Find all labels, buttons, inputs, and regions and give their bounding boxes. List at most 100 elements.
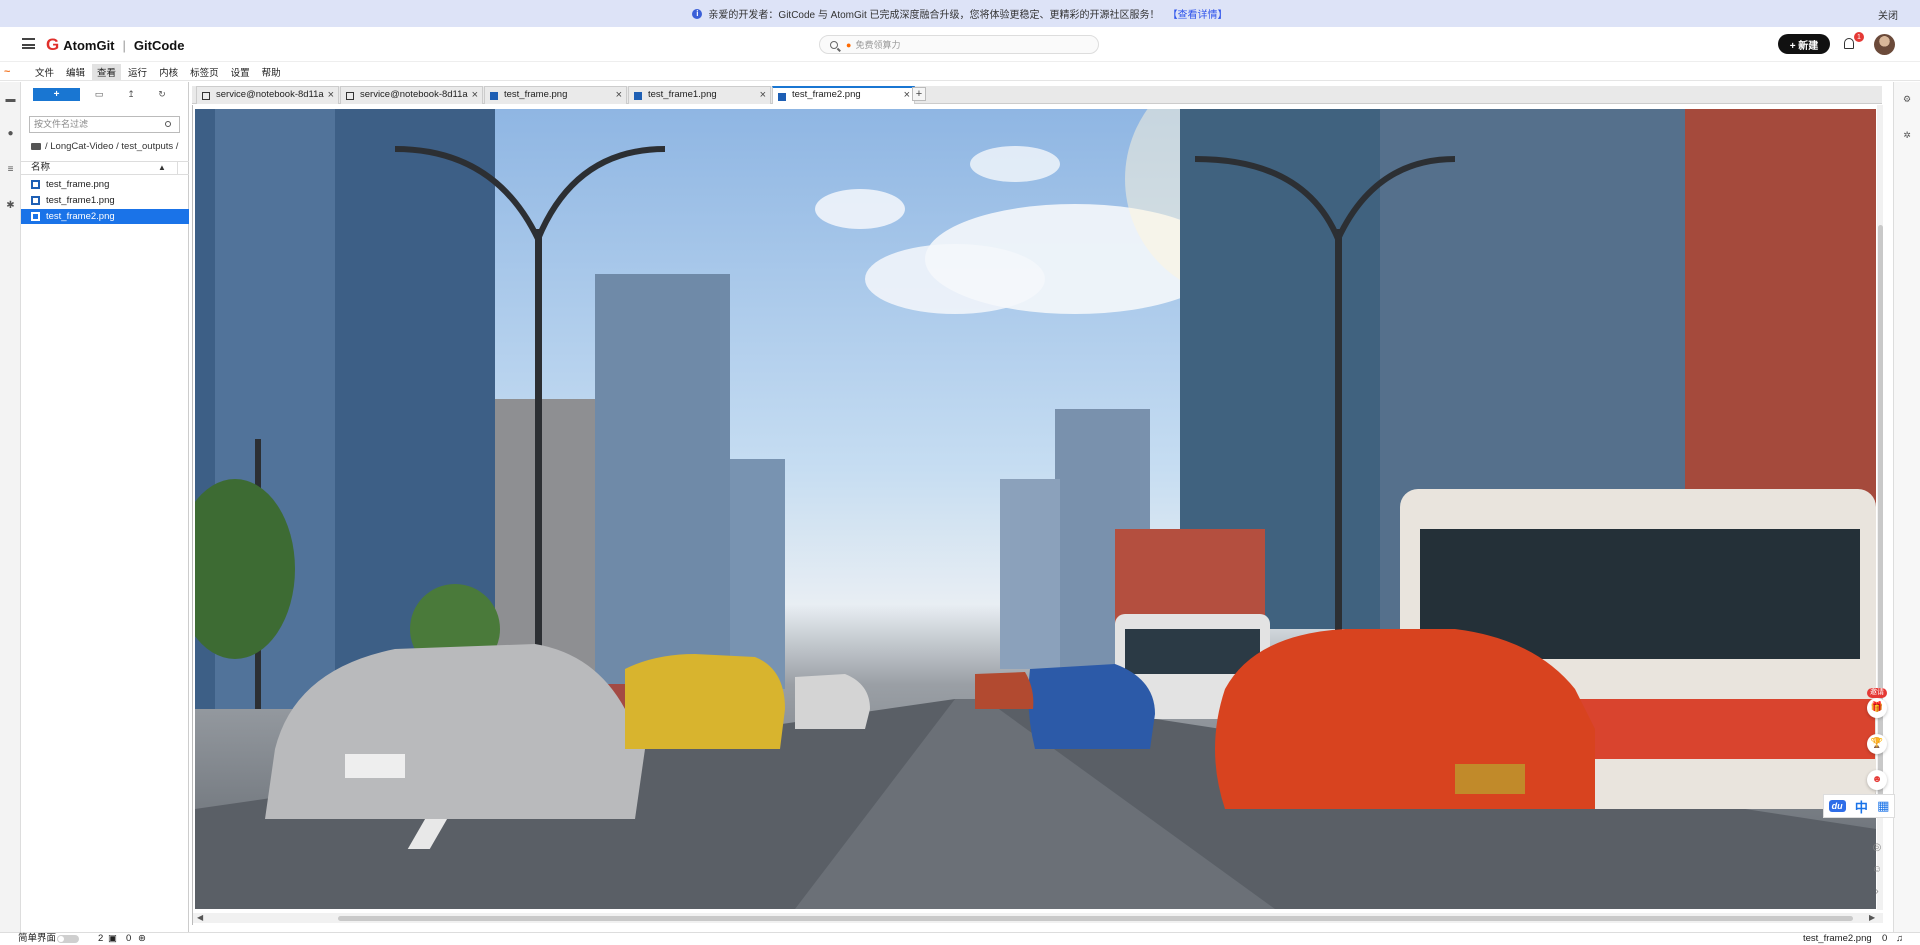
trophy-icon[interactable]: 🏆 xyxy=(1867,734,1887,754)
search-input[interactable]: ● 免费领算力 xyxy=(819,35,1099,54)
bell-icon[interactable] xyxy=(1844,38,1854,49)
tab-terminal-1[interactable]: service@notebook-8d11a × xyxy=(196,86,339,104)
emoji-icon[interactable]: ☺ xyxy=(1867,860,1887,880)
close-icon[interactable]: × xyxy=(472,87,478,103)
menu-settings[interactable]: 设置 xyxy=(226,64,255,80)
extensions-icon[interactable]: ✱ xyxy=(5,200,16,211)
image-file-icon xyxy=(634,92,642,100)
new-folder-icon[interactable]: ▭ xyxy=(93,88,105,100)
tab-test-frame2[interactable]: test_frame2.png × xyxy=(772,86,915,104)
refresh-icon[interactable]: ↻ xyxy=(156,88,168,100)
tab-test-frame[interactable]: test_frame.png × xyxy=(484,86,627,104)
banner-message: 亲爱的开发者：GitCode 与 AtomGit 已完成深度融合升级，您将体验更… xyxy=(708,10,1160,21)
new-button[interactable]: + 新建 xyxy=(1778,34,1830,54)
hamburger-menu-icon[interactable] xyxy=(22,38,35,49)
brand-separator: | xyxy=(122,37,126,53)
terminal-icon xyxy=(202,92,210,100)
ime-grid-icon[interactable]: ▦ xyxy=(1877,798,1889,814)
notification-count[interactable]: 0 xyxy=(1882,933,1887,945)
brand-atomgit: AtomGit xyxy=(63,37,115,53)
document-tab-bar: service@notebook-8d11a × service@noteboo… xyxy=(192,86,1882,104)
image-file-icon xyxy=(31,196,40,205)
menu-tabs[interactable]: 标签页 xyxy=(185,64,224,80)
close-icon[interactable]: × xyxy=(904,88,910,102)
image-file-icon xyxy=(31,212,40,221)
search-placeholder: 免费领算力 xyxy=(855,40,901,50)
file-filter-placeholder: 按文件名过滤 xyxy=(34,119,89,129)
kernel-icon: ⊛ xyxy=(138,933,146,944)
debugger-icon[interactable]: ✲ xyxy=(1902,130,1912,140)
terminal-count[interactable]: 2 xyxy=(98,933,103,945)
banner-details-link[interactable]: 【查看详情】 xyxy=(1168,6,1228,21)
upload-icon[interactable]: ↥ xyxy=(125,88,137,100)
menu-view[interactable]: 查看 xyxy=(92,63,122,80)
jupyter-menubar: ~ 文件 编辑 查看 运行 内核 标签页 设置 帮助 xyxy=(0,63,1920,81)
tab-label: test_frame2.png xyxy=(792,89,861,100)
baidu-ime-icon: du xyxy=(1828,800,1846,812)
gitcode-logo-icon: G xyxy=(46,35,60,54)
jupyter-logo-icon: ~ xyxy=(4,65,11,78)
breadcrumb-path: / LongCat-Video / test_outputs / xyxy=(45,141,179,152)
table-of-contents-icon[interactable]: ≡ xyxy=(5,164,16,175)
list-item[interactable]: test_frame.png xyxy=(21,177,189,192)
top-header: G AtomGit | GitCode ● 免费领算力 + 新建 1 xyxy=(0,27,1920,62)
running-sessions-icon[interactable]: ● xyxy=(5,128,16,139)
tab-label: test_frame.png xyxy=(504,89,568,100)
search-icon xyxy=(165,121,171,127)
status-bar: 简单界面 2 ▣ 0 ⊛ test_frame2.png 0 ♫ xyxy=(0,932,1920,945)
column-divider xyxy=(177,162,178,174)
list-item[interactable]: test_frame1.png xyxy=(21,193,189,208)
invite-gift-icon[interactable]: 🎁 邀请 xyxy=(1867,688,1887,718)
flame-icon: ● xyxy=(846,39,852,50)
tab-test-frame1[interactable]: test_frame1.png × xyxy=(628,86,771,104)
menu-help[interactable]: 帮助 xyxy=(257,64,286,80)
file-browser-toolbar: + ▭ ↥ ↻ xyxy=(21,87,189,103)
bell-icon[interactable]: ♫ xyxy=(1896,933,1903,945)
close-icon[interactable]: × xyxy=(760,87,766,103)
avatar[interactable] xyxy=(1874,34,1895,55)
file-browser-panel: + ▭ ↥ ↻ 按文件名过滤 / LongCat-Video / test_ou… xyxy=(21,82,189,932)
close-icon[interactable]: × xyxy=(616,87,622,103)
chat-assistant-icon[interactable]: ☻ xyxy=(1867,770,1887,790)
breadcrumb[interactable]: / LongCat-Video / test_outputs / xyxy=(31,141,178,152)
property-inspector-icon[interactable]: ⚙ xyxy=(1902,94,1912,104)
kernel-count[interactable]: 0 xyxy=(126,933,131,945)
menu-file[interactable]: 文件 xyxy=(30,64,59,80)
city-street-image xyxy=(195,109,1876,909)
folder-icon[interactable]: ▬ xyxy=(5,94,16,105)
file-name: test_frame.png xyxy=(46,179,110,190)
announcement-banner: i 亲爱的开发者：GitCode 与 AtomGit 已完成深度融合升级，您将体… xyxy=(0,0,1920,27)
brand-logo[interactable]: G AtomGit | GitCode xyxy=(46,35,184,55)
banner-close-button[interactable]: 关闭 xyxy=(1878,7,1898,22)
scroll-right-arrow-icon[interactable]: ▶ xyxy=(1869,913,1875,922)
horizontal-scrollbar[interactable]: ◀ ▶ xyxy=(193,913,1883,923)
sort-caret-icon: ▲ xyxy=(158,163,166,172)
file-filter-input[interactable]: 按文件名过滤 xyxy=(29,116,180,133)
close-icon[interactable]: × xyxy=(328,87,334,103)
search-icon xyxy=(830,40,838,49)
collapse-arrow-icon[interactable]: › xyxy=(1867,882,1887,902)
brand-gitcode: GitCode xyxy=(133,37,185,53)
tab-label: service@notebook-8d11a xyxy=(360,89,468,100)
list-item[interactable]: test_frame2.png xyxy=(21,209,189,224)
new-launcher-button[interactable]: + xyxy=(33,88,80,101)
left-activity-bar: ▬ ● ≡ ✱ xyxy=(0,82,21,932)
image-file-icon xyxy=(778,93,786,101)
horizontal-scroll-thumb[interactable] xyxy=(338,916,1853,921)
file-list-header[interactable]: 名称 ▲ xyxy=(21,161,189,175)
add-tab-button[interactable]: + xyxy=(912,87,926,101)
scroll-left-arrow-icon[interactable]: ◀ xyxy=(197,913,203,922)
image-viewer: ◀ ▶ xyxy=(192,105,1883,925)
menu-edit[interactable]: 编辑 xyxy=(61,64,90,80)
invite-badge: 邀请 xyxy=(1867,688,1887,698)
tab-terminal-2[interactable]: service@notebook-8d11a × xyxy=(340,86,483,104)
menu-run[interactable]: 运行 xyxy=(123,64,152,80)
input-method-toolbar[interactable]: du 中 ▦ xyxy=(1823,794,1895,818)
simple-mode-label: 简单界面 xyxy=(18,933,57,944)
compass-icon[interactable]: ◎ xyxy=(1867,838,1887,858)
tab-label: service@notebook-8d11a xyxy=(216,89,324,100)
terminal-icon: ▣ xyxy=(108,933,117,944)
simple-mode-toggle[interactable] xyxy=(57,935,79,943)
ime-language[interactable]: 中 xyxy=(1855,797,1868,816)
menu-kernel[interactable]: 内核 xyxy=(154,64,183,80)
